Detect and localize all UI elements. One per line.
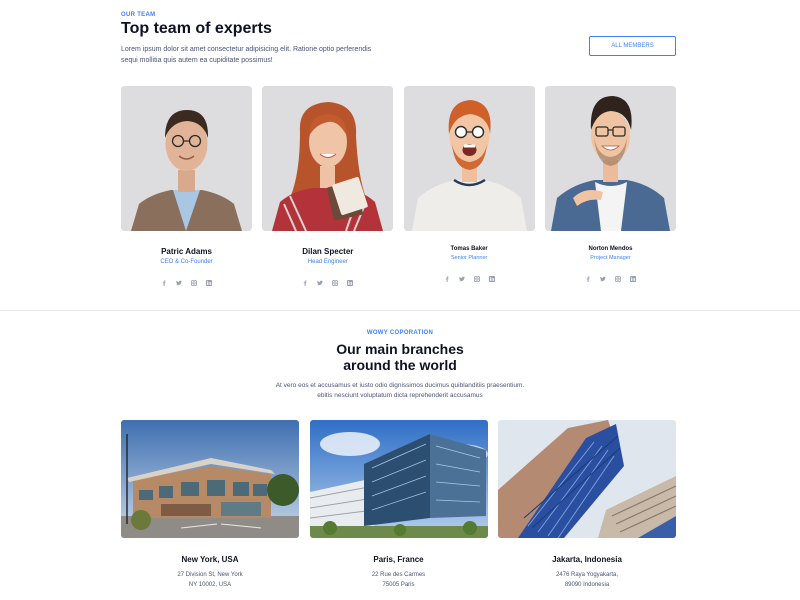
member-name: Patric Adams [161, 247, 212, 256]
linkedin-icon[interactable] [488, 269, 495, 282]
branch-address-line: 2476 Raya Yogyakarta, [555, 572, 619, 578]
branch-address-line: 89090 Indonesia [564, 582, 610, 588]
member-photo [262, 86, 394, 231]
branch-card: Paris, France 22 Rue des Carmes 75005 Pa… [309, 420, 488, 590]
team-grid: Patric Adams CEO & Co-Founder Dilan Spec… [121, 86, 676, 286]
twitter-icon[interactable] [599, 269, 606, 282]
team-member-card: Tomas Baker Senior Planner [403, 86, 535, 282]
branch-photo [121, 420, 299, 538]
member-role: CEO & Co-Founder [160, 259, 213, 265]
branch-city: Paris, France [373, 555, 424, 564]
member-photo [121, 86, 252, 231]
instagram-icon[interactable] [332, 273, 339, 286]
section-divider [0, 310, 800, 311]
twitter-icon[interactable] [458, 269, 465, 282]
branches-description-line: ebitis nesciunt voluptatum dicta reprehe… [317, 392, 483, 399]
branch-city: New York, USA [181, 555, 239, 564]
branch-address-line: 22 Rue des Carmes [371, 572, 426, 578]
branch-address-line: 27 Division St, New York [177, 572, 243, 578]
branch-grid: New York, USA 27 Division St, New York N… [121, 420, 676, 590]
branches-title-line: around the world [343, 357, 457, 373]
instagram-icon[interactable] [191, 273, 197, 286]
linkedin-icon[interactable] [206, 273, 212, 286]
instagram-icon[interactable] [473, 269, 480, 282]
branch-photo [498, 420, 676, 538]
branch-city: Jakarta, Indonesia [552, 555, 622, 564]
twitter-icon[interactable] [176, 273, 182, 286]
member-socials [262, 273, 393, 286]
facebook-icon[interactable] [302, 273, 308, 286]
linkedin-icon[interactable] [347, 273, 354, 286]
member-socials [545, 269, 676, 282]
facebook-icon[interactable] [161, 273, 167, 286]
instagram-icon[interactable] [614, 269, 621, 282]
branch-card: Jakarta, Indonesia 2476 Raya Yogyakarta,… [498, 420, 676, 590]
branch-address-line: NY 10002, USA [188, 582, 232, 588]
branch-address-line: 75005 Paris [382, 582, 415, 588]
team-member-card: Patric Adams CEO & Co-Founder [121, 86, 252, 286]
team-member-card: Norton Mendos Project Manager [544, 86, 676, 282]
member-socials [121, 273, 252, 286]
team-header: OUR TEAM Top team of experts Lorem ipsum… [121, 12, 676, 72]
member-role: Senior Planner [450, 255, 488, 261]
member-role: Head Engineer [307, 259, 348, 265]
branches-description: At vero eos et accusamus et iusto odio d… [200, 381, 600, 401]
branch-card: New York, USA 27 Division St, New York N… [121, 420, 299, 590]
member-photo [544, 86, 676, 231]
branch-photo [309, 420, 488, 538]
branches-title-line: Our main branches [336, 341, 464, 357]
branches-eyebrow: WOWY COPORATION [366, 330, 434, 336]
facebook-icon[interactable] [585, 269, 591, 282]
team-member-card: Dilan Specter Head Engineer [262, 86, 394, 286]
branches-title: Our main branches around the world [200, 341, 600, 373]
team-eyebrow: OUR TEAM [121, 12, 156, 18]
team-description: Lorem ipsum dolor sit amet consectetur a… [121, 46, 372, 64]
branch-address: 27 Division St, New York NY 10002, USA [121, 570, 299, 590]
member-photo [403, 86, 535, 231]
member-name: Norton Mendos [588, 246, 633, 252]
member-name: Tomas Baker [450, 246, 488, 252]
branches-description-line: At vero eos et accusamus et iusto odio d… [275, 382, 525, 389]
branches-header: WOWY COPORATION Our main branches around… [200, 330, 600, 401]
member-name: Dilan Specter [302, 247, 354, 256]
facebook-icon[interactable] [444, 269, 450, 282]
member-socials [404, 269, 535, 282]
branch-address: 22 Rue des Carmes 75005 Paris [310, 570, 488, 590]
branch-address: 2476 Raya Yogyakarta, 89090 Indonesia [498, 570, 676, 590]
member-role: Project Manager [590, 255, 631, 261]
linkedin-icon[interactable] [629, 269, 636, 282]
twitter-icon[interactable] [317, 273, 324, 286]
all-members-button[interactable]: ALL MEMBERS [589, 36, 676, 56]
